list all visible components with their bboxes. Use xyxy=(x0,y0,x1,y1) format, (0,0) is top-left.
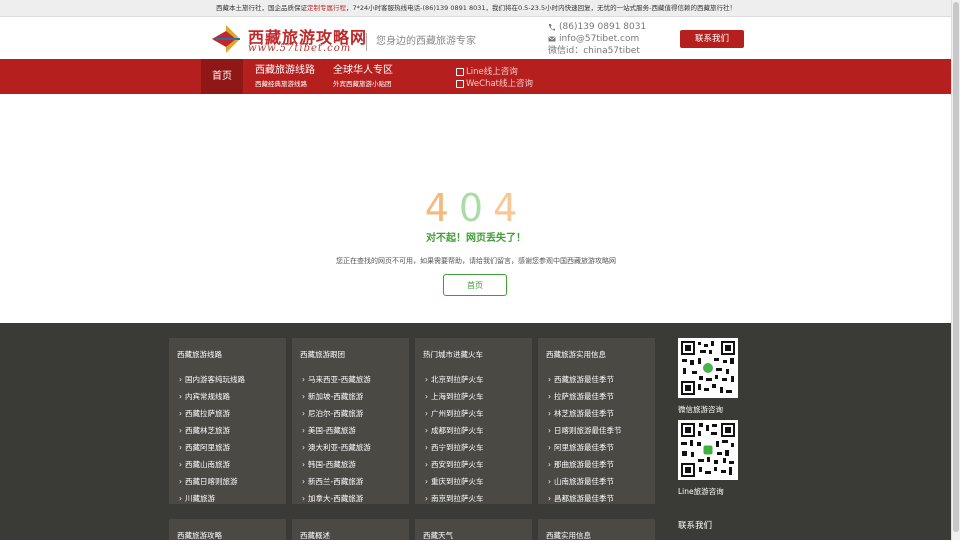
footer-link[interactable]: 西藏阿里旅游 xyxy=(179,439,245,456)
wechat-consult-link[interactable]: WeChat线上咨询 xyxy=(456,78,533,90)
footer-link[interactable]: 西宁到拉萨火车 xyxy=(425,439,484,456)
footer-link[interactable]: 西藏日喀则旅游 xyxy=(179,473,245,490)
footer-link[interactable]: 西藏山南旅游 xyxy=(179,456,245,473)
notice-text-1: 西藏本土旅行社，国企品质保证 xyxy=(216,4,308,12)
nav-item-tibet-routes[interactable]: 西藏旅游线路 西藏经典旅游线路 xyxy=(255,65,315,89)
error-code: 404 xyxy=(0,185,952,231)
page: 西藏本土旅行社，国企品质保证定制专属行程，7*24小时客服热线电话-(86)13… xyxy=(0,0,952,540)
header-contact-info: (86)139 0891 8031 info@57tibet.com 微信id：… xyxy=(548,21,646,57)
footer-link[interactable]: 内宾常规线路 xyxy=(179,388,245,405)
footer-link[interactable]: 美国-西藏旅游 xyxy=(302,422,371,439)
footer-column: 西藏实用信息 xyxy=(538,519,655,540)
footer-link[interactable]: 国内游客纯玩线路 xyxy=(179,371,245,388)
footer: 西藏旅游线路 国内游客纯玩线路 内宾常规线路 西藏拉萨旅游 西藏林芝旅游 西藏阿… xyxy=(0,323,952,540)
footer-link[interactable]: 新加坡-西藏旅游 xyxy=(302,388,371,405)
wechat-qr-code xyxy=(678,338,738,398)
footer-column-heading: 西藏旅游线路 xyxy=(177,350,222,359)
footer-contact-heading: 联系我们 xyxy=(678,521,713,531)
footer-link[interactable]: 南京到拉萨火车 xyxy=(425,490,484,507)
contact-us-button[interactable]: 联系我们 xyxy=(680,30,744,48)
footer-column-heading: 西藏旅游实用信息 xyxy=(546,350,606,359)
footer-link[interactable]: 西藏林芝旅游 xyxy=(179,422,245,439)
footer-link[interactable]: 西藏拉萨旅游 xyxy=(179,405,245,422)
nav-item-sublabel: 外宾西藏旅游小贴团 xyxy=(333,80,392,88)
phone-icon xyxy=(548,24,555,31)
logo-url: www.57tibet.com xyxy=(248,43,352,54)
wechat-consult-label: WeChat线上咨询 xyxy=(466,79,534,89)
scrollbar-thumb[interactable] xyxy=(953,2,959,532)
error-digit: 4 xyxy=(493,186,528,230)
footer-link[interactable]: 西藏旅游最佳季节 xyxy=(548,371,622,388)
footer-column-heading: 西藏旅游攻略 xyxy=(177,531,222,540)
notice-text-2: ，7*24小时客服热线电话-(86)139 0891 8031，我们将在0.5-… xyxy=(346,4,736,12)
footer-link[interactable]: 阿里旅游最佳季节 xyxy=(548,439,622,456)
footer-link[interactable]: 马来西亚-西藏旅游 xyxy=(302,371,371,388)
footer-link[interactable]: 上海到拉萨火车 xyxy=(425,388,484,405)
header-wechat-id: 微信id：china57tibet xyxy=(548,46,640,56)
error-section: 404 对不起！网页丢失了！ 您正在查找的网页不可用，如果需要帮助，请给我们留言… xyxy=(0,185,952,266)
line-qr-code xyxy=(678,420,738,480)
line-consult-link[interactable]: Line线上咨询 xyxy=(456,66,533,78)
notice-highlight-link[interactable]: 定制专属行程 xyxy=(307,4,346,12)
footer-link[interactable]: 日喀则旅游最佳季节 xyxy=(548,422,622,439)
wechat-qr-label: 微信旅游咨询 xyxy=(678,405,723,414)
line-qr-label: Line旅游咨询 xyxy=(678,487,724,496)
error-title: 对不起！网页丢失了！ xyxy=(426,233,526,244)
footer-column: 西藏概述 xyxy=(292,519,409,540)
footer-link[interactable]: 广州到拉萨火车 xyxy=(425,405,484,422)
footer-link[interactable]: 韩国-西藏旅游 xyxy=(302,456,371,473)
footer-column: 西藏旅游跟团 马来西亚-西藏旅游 新加坡-西藏旅游 尼泊尔-西藏旅游 美国-西藏… xyxy=(292,338,409,504)
footer-link[interactable]: 成都到拉萨火车 xyxy=(425,422,484,439)
line-icon xyxy=(456,68,464,76)
footer-link[interactable]: 拉萨旅游最佳季节 xyxy=(548,388,622,405)
header-email[interactable]: info@57tibet.com xyxy=(559,33,639,45)
footer-link[interactable]: 尼泊尔-西藏旅游 xyxy=(302,405,371,422)
error-digit: 0 xyxy=(458,186,494,230)
nav-item-home[interactable]: 首页 xyxy=(201,59,243,94)
header-phone: (86)139 0891 8031 xyxy=(559,22,647,32)
online-consult-links: Line线上咨询 WeChat线上咨询 xyxy=(456,66,533,90)
footer-column: 西藏旅游攻略 xyxy=(169,519,286,540)
footer-column-heading: 西藏旅游跟团 xyxy=(300,350,345,359)
footer-column: 西藏旅游线路 国内游客纯玩线路 内宾常规线路 西藏拉萨旅游 西藏林芝旅游 西藏阿… xyxy=(169,338,286,504)
tagline: 您身边的西藏旅游专家 xyxy=(366,33,476,51)
footer-link[interactable]: 新西兰-西藏旅游 xyxy=(302,473,371,490)
header: 西藏旅游攻略网 www.57tibet.com 您身边的西藏旅游专家 (86)1… xyxy=(0,17,952,59)
footer-column: 热门城市进藏火车 北京到拉萨火车 上海到拉萨火车 广州到拉萨火车 成都到拉萨火车… xyxy=(415,338,532,504)
error-description: 您正在查找的网页不可用，如果需要帮助，请给我们留言，感谢您参观中国西藏旅游攻略网 xyxy=(336,257,616,265)
qr-code-icon xyxy=(678,420,738,480)
nav-item-label: 西藏旅游线路 xyxy=(255,65,315,76)
footer-column-heading: 西藏实用信息 xyxy=(546,531,591,540)
footer-link[interactable]: 北京到拉萨火车 xyxy=(425,371,484,388)
footer-link[interactable]: 西安到拉萨火车 xyxy=(425,456,484,473)
footer-link[interactable]: 重庆到拉萨火车 xyxy=(425,473,484,490)
wechat-icon xyxy=(456,80,464,88)
nav-item-global-chinese[interactable]: 全球华人专区 外宾西藏旅游小贴团 xyxy=(333,65,393,89)
footer-link[interactable]: 昌都旅游最佳季节 xyxy=(548,490,622,507)
home-button[interactable]: 首页 xyxy=(443,274,507,296)
nav-item-sublabel: 西藏经典旅游线路 xyxy=(255,80,307,88)
site-logo[interactable]: 西藏旅游攻略网 www.57tibet.com xyxy=(210,21,366,57)
error-digit: 4 xyxy=(424,186,459,230)
footer-link[interactable]: 澳大利亚-西藏旅游 xyxy=(302,439,371,456)
mail-icon xyxy=(548,36,556,42)
top-notice-bar: 西藏本土旅行社，国企品质保证定制专属行程，7*24小时客服热线电话-(86)13… xyxy=(0,0,952,17)
footer-link[interactable]: 川藏旅游 xyxy=(179,490,245,507)
footer-column: 西藏旅游实用信息 西藏旅游最佳季节 拉萨旅游最佳季节 林芝旅游最佳季节 日喀则旅… xyxy=(538,338,655,504)
footer-column-heading: 热门城市进藏火车 xyxy=(423,350,483,359)
footer-link[interactable]: 加拿大-西藏旅游 xyxy=(302,490,371,507)
footer-link[interactable]: 林芝旅游最佳季节 xyxy=(548,405,622,422)
main-nav: 首页 西藏旅游线路 西藏经典旅游线路 全球华人专区 外宾西藏旅游小贴团 Line… xyxy=(0,59,952,94)
line-consult-label: Line线上咨询 xyxy=(466,67,518,77)
footer-link[interactable]: 那曲旅游最佳季节 xyxy=(548,456,622,473)
footer-column-heading: 西藏概述 xyxy=(300,531,330,540)
footer-link[interactable]: 山南旅游最佳季节 xyxy=(548,473,622,490)
footer-column: 西藏天气 xyxy=(415,519,532,540)
nav-item-label: 全球华人专区 xyxy=(333,65,393,76)
logo-mark-icon xyxy=(212,25,240,53)
vertical-scrollbar[interactable] xyxy=(951,0,960,540)
qr-code-icon xyxy=(678,338,738,398)
footer-column-heading: 西藏天气 xyxy=(423,531,453,540)
